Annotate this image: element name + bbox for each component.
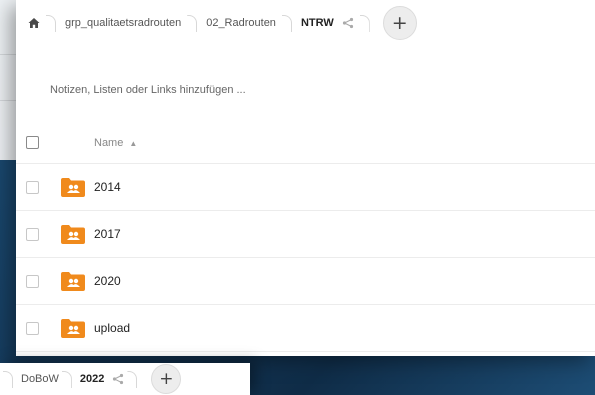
table-row[interactable]: upload [16,305,595,352]
background-files-window: DoBoW 2022 + [0,363,250,395]
home-icon[interactable] [28,17,40,29]
file-name[interactable]: 2017 [94,227,121,241]
shared-folder-icon [61,271,85,291]
shared-folder-icon [61,318,85,338]
row-checkbox[interactable] [26,321,39,335]
shared-folder-icon [61,224,85,244]
breadcrumb-separator [46,8,58,38]
select-all-checkbox[interactable] [26,136,39,149]
files-window: grp_qualitaetsradrouten 02_Radrouten NTR… [16,0,595,356]
breadcrumb-item-dobow[interactable]: DoBoW [21,373,59,385]
breadcrumb-separator [62,364,74,394]
breadcrumb-separator [360,8,372,38]
breadcrumb-item-radrouten[interactable]: 02_Radrouten [206,17,276,29]
shared-folder-icon [61,177,85,197]
add-new-button[interactable]: + [151,364,182,394]
file-name[interactable]: upload [94,321,130,335]
breadcrumb-item-current[interactable]: 2022 [80,373,104,385]
breadcrumb-separator [127,364,139,394]
share-icon[interactable] [342,17,354,29]
table-row[interactable]: 2020 [16,258,595,305]
file-name[interactable]: 2020 [94,274,121,288]
add-new-button[interactable]: + [382,6,417,40]
file-list-header: Name ▲ [16,122,595,164]
row-checkbox[interactable] [26,180,39,194]
breadcrumb-separator [3,364,15,394]
share-icon[interactable] [112,373,124,385]
file-name[interactable]: 2014 [94,180,121,194]
file-list: Name ▲ 2014 2017 2020 upload [16,122,595,352]
breadcrumb-separator [187,8,199,38]
breadcrumb: grp_qualitaetsradrouten 02_Radrouten NTR… [16,0,595,46]
row-checkbox[interactable] [26,274,39,288]
notes-placeholder[interactable]: Notizen, Listen oder Links hinzufügen ..… [50,84,246,96]
breadcrumb-separator [282,8,294,38]
row-checkbox[interactable] [26,227,39,241]
breadcrumb-item-grp[interactable]: grp_qualitaetsradrouten [65,17,181,29]
table-row[interactable]: 2017 [16,211,595,258]
table-row[interactable]: 2014 [16,164,595,211]
breadcrumb-item-current[interactable]: NTRW [301,17,334,29]
sort-ascending-icon: ▲ [129,138,138,148]
name-column-header[interactable]: Name ▲ [94,137,137,149]
name-header-label: Name [94,136,124,149]
